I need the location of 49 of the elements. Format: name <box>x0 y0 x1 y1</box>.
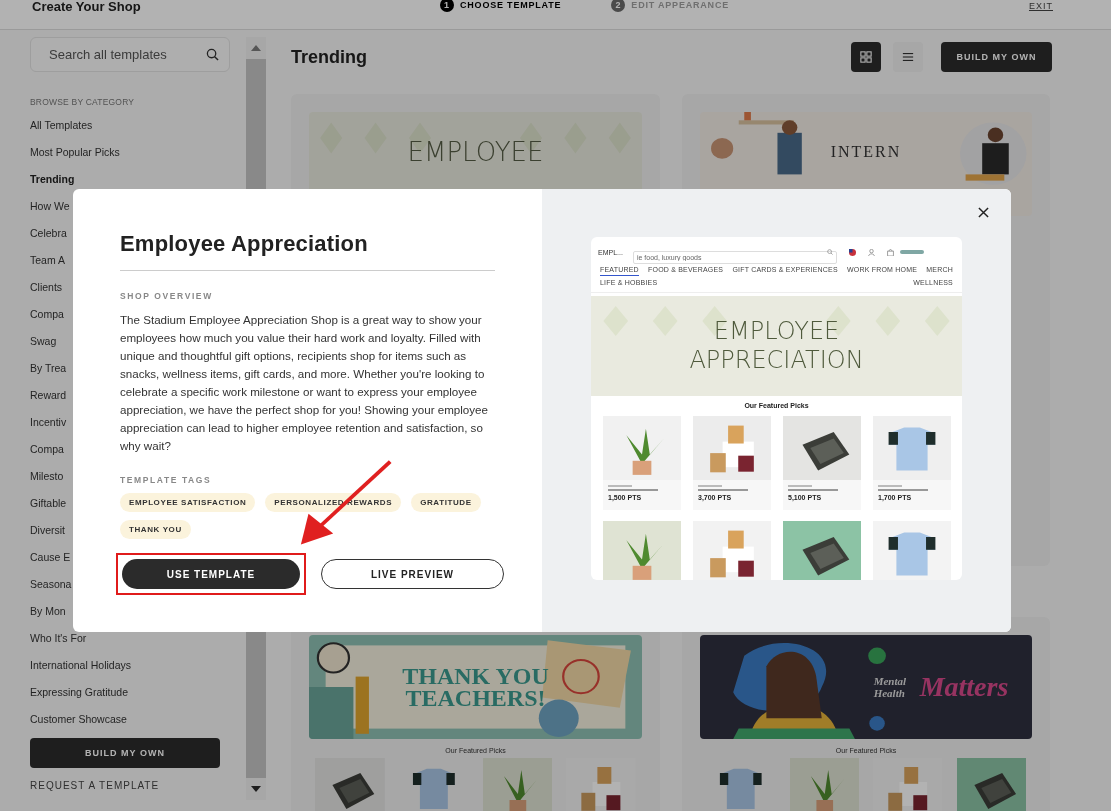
banner-title: Matters <box>919 673 1009 701</box>
banner-title: EMPLOYEE <box>407 138 544 166</box>
view-toggle[interactable] <box>893 42 923 72</box>
category-link[interactable]: Customer Showcase <box>30 706 246 733</box>
use-template-button[interactable]: USE TEMPLATE <box>122 559 300 589</box>
preview-button[interactable]: LIVE PREVIEW <box>321 559 504 589</box>
tag-label: THANK YOU <box>120 520 191 539</box>
search-icon <box>206 48 219 61</box>
step-number: 2 <box>611 0 626 12</box>
exit-link[interactable]: EXIT <box>1029 1 1053 11</box>
description-text: The Stadium Employee Appreciation Shop is a great way to show your employees how much you value their hard work and loyalty. Filled with unique and thoughtful gift options, recipients shop for items such as snacks, wellness items, gift cards, and more. Whether you're looking to celebrate a specific work milestone or want to express your employee appreciation, we have the perfect shop for you! Showing your employee appreciation can lead to higher employee retention and satisfaction, so why wait? <box>120 312 489 454</box>
flag-icon <box>848 248 856 256</box>
step-label: EDIT APPEARANCE <box>631 0 730 10</box>
tag-label: PERSONALIZED REWARDS <box>265 493 402 512</box>
section-heading: BROWSE BY CATEGORY <box>30 97 136 107</box>
category-link[interactable]: All Templates <box>30 112 246 139</box>
category-link[interactable]: Trending <box>30 166 246 193</box>
tag-label: EMPLOYEE SATISFACTION <box>120 493 256 512</box>
banner-title: INTERN <box>830 142 902 162</box>
search-field[interactable]: Search all templates <box>30 37 230 72</box>
scroll-up-icon <box>251 45 261 51</box>
view-toggle[interactable] <box>851 42 881 72</box>
list-view-icon <box>902 51 914 63</box>
grid-view-icon <box>860 51 872 63</box>
app-title: Create Your Shop <box>32 0 142 13</box>
step-label: CHOOSE TEMPLATE <box>460 0 562 10</box>
banner-title: Mental Health <box>873 675 908 699</box>
request-link[interactable]: REQUEST A TEMPLATE <box>30 780 246 791</box>
category-link[interactable]: Expressing Gratitude <box>30 679 246 706</box>
banner-title: EMPLOYEE <box>713 317 840 346</box>
tag-label: GRATITUDE <box>411 493 481 512</box>
section-heading: SHOP OVERVIEW <box>120 291 214 301</box>
scroll-down-icon <box>251 786 261 792</box>
close-icon[interactable] <box>978 207 989 218</box>
points-pill <box>899 250 924 254</box>
banner-title: TEACHERS! <box>405 687 546 709</box>
step-number: 1 <box>440 0 454 12</box>
banner-title: APPRECIATION <box>689 346 864 375</box>
page-title: Trending <box>291 46 367 68</box>
section-heading: TEMPLATE TAGS <box>120 475 213 485</box>
modal-title: Employee Appreciation <box>120 231 495 271</box>
banner-title: THANK YOU <box>402 665 549 687</box>
build-button[interactable]: BUILD MY OWN <box>30 738 220 768</box>
bag-icon <box>886 248 894 256</box>
category-link[interactable]: Most Popular Picks <box>30 139 246 166</box>
build-button[interactable]: BUILD MY OWN <box>941 42 1052 72</box>
search-icon <box>826 248 833 255</box>
user-icon <box>867 248 875 256</box>
category-link[interactable]: International Holidays <box>30 652 246 679</box>
